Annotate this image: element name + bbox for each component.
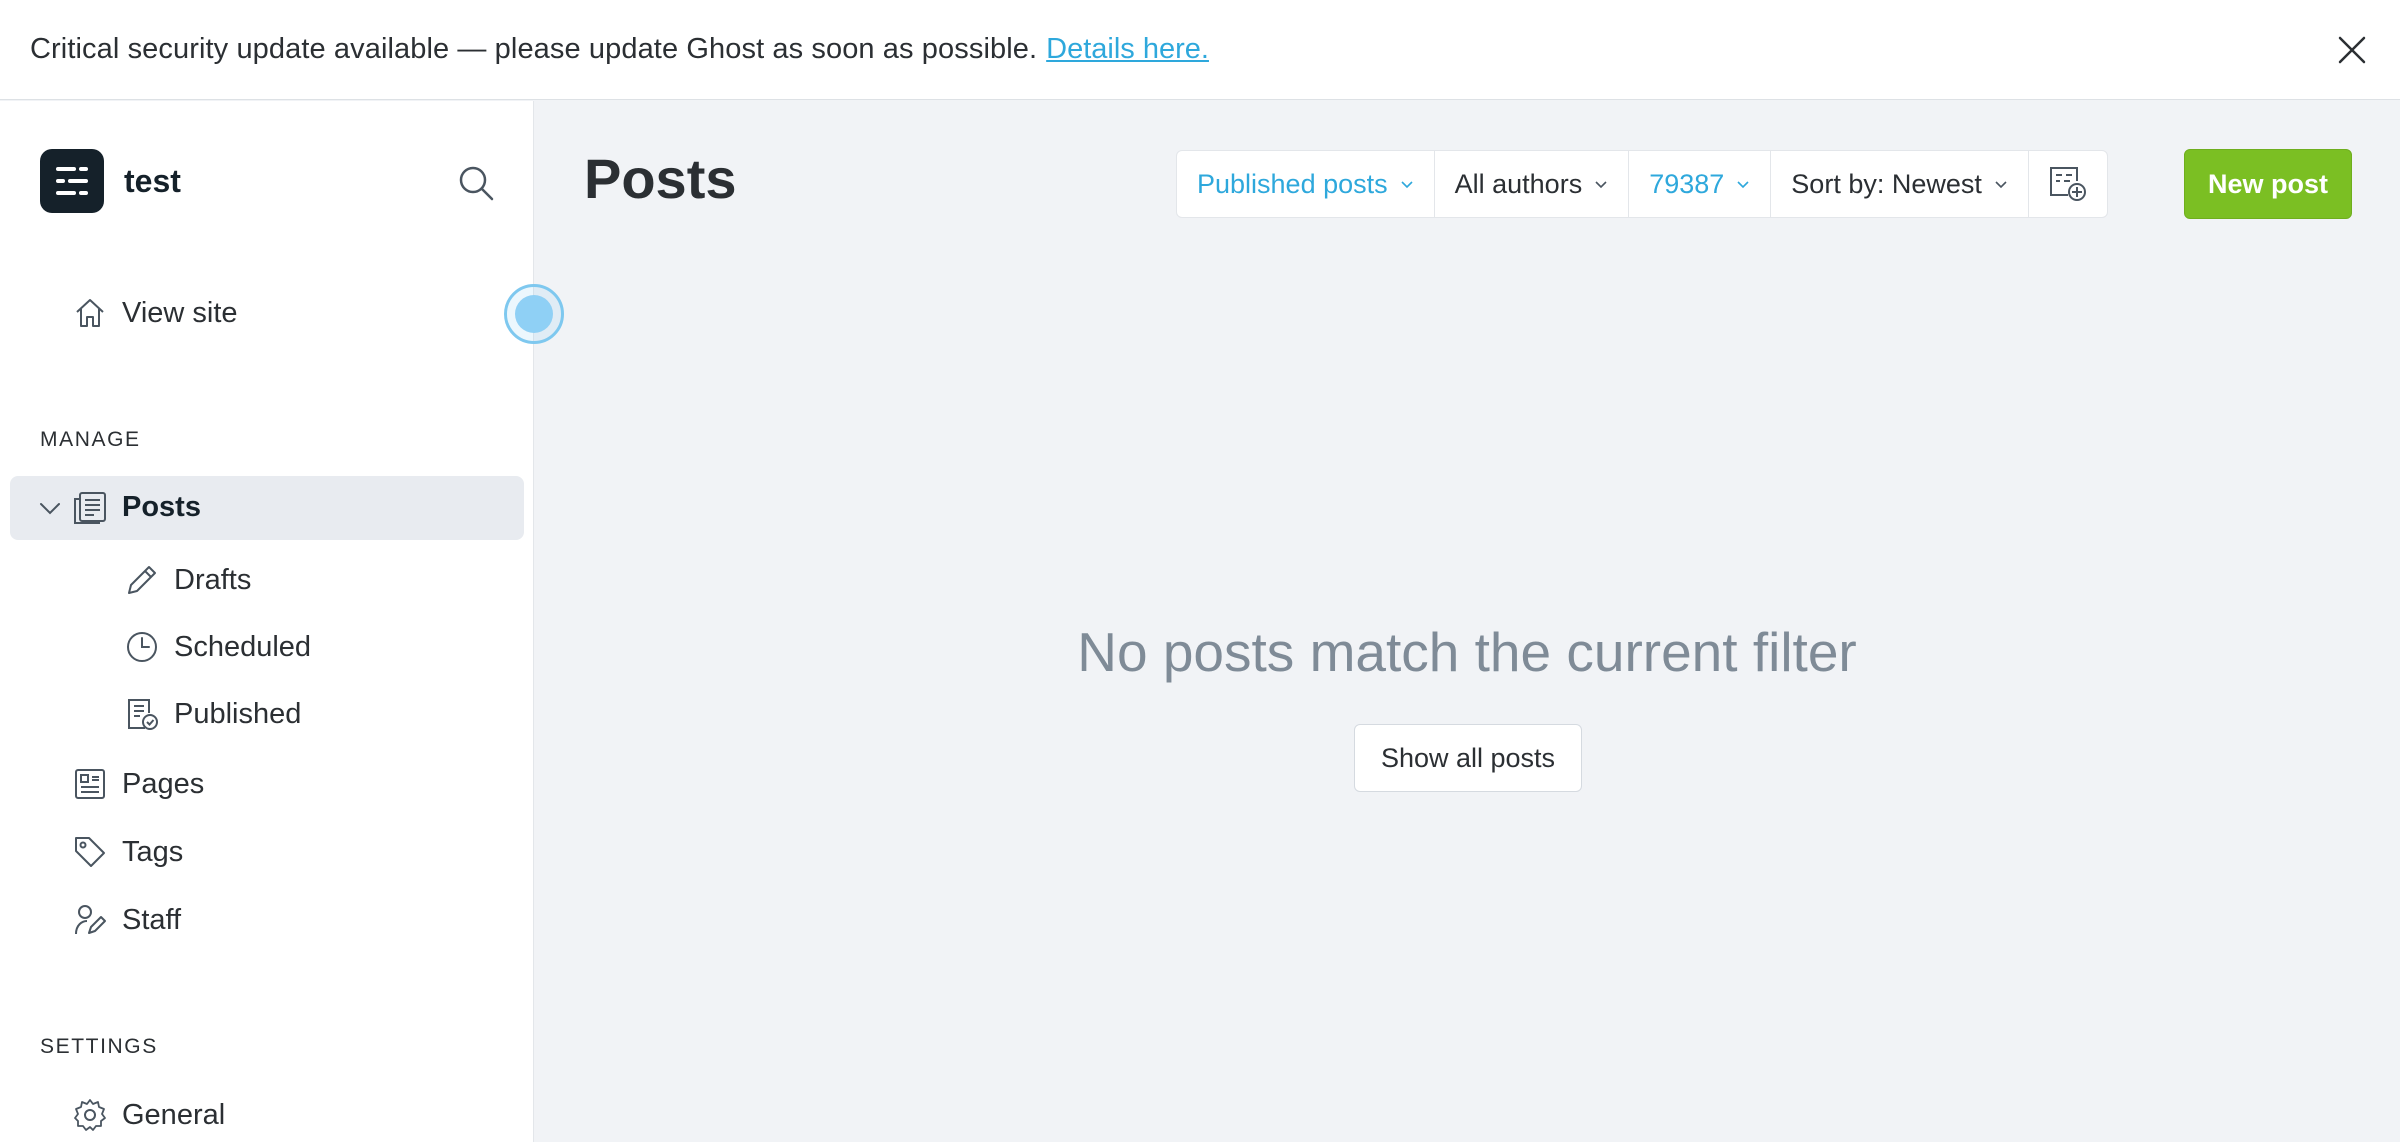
add-view-icon <box>2049 167 2086 201</box>
gear-icon <box>72 1097 108 1133</box>
nav-view-site[interactable]: View site <box>72 295 238 331</box>
manage-section-title: MANAGE <box>40 428 141 451</box>
nav-general-label: General <box>122 1098 226 1131</box>
chevron-down-icon <box>1595 181 1607 189</box>
save-view-button[interactable] <box>2029 151 2107 217</box>
nav-general[interactable]: General <box>72 1097 225 1133</box>
home-icon <box>72 295 108 331</box>
sort-filter-label: Sort by: Newest <box>1791 168 1982 199</box>
published-check-icon <box>124 696 160 732</box>
nav-posts-label: Posts <box>122 491 201 523</box>
pencil-icon <box>124 562 160 598</box>
author-filter-label: All authors <box>1454 168 1583 199</box>
site-name: test <box>124 162 181 199</box>
chevron-down-icon <box>1737 181 1749 189</box>
empty-state-message: No posts match the current filter <box>1077 621 1857 683</box>
chevron-down-icon[interactable] <box>38 496 62 520</box>
banner-message: Critical security update available — ple… <box>30 33 1038 65</box>
posts-icon <box>72 490 108 526</box>
tag-filter[interactable]: 79387 <box>1629 151 1772 217</box>
search-icon[interactable] <box>456 163 496 203</box>
sort-filter[interactable]: Sort by: Newest <box>1771 151 2029 217</box>
nav-tags-label: Tags <box>122 835 184 868</box>
nav-staff-label: Staff <box>122 903 182 936</box>
staff-icon <box>72 902 108 938</box>
nav-published[interactable]: Published <box>124 696 301 732</box>
close-icon[interactable] <box>2332 30 2372 70</box>
site-brand[interactable]: test <box>40 149 181 213</box>
pages-icon <box>72 766 108 802</box>
chevron-down-icon <box>1995 181 2007 189</box>
cursor-indicator <box>504 284 564 344</box>
nav-pages[interactable]: Pages <box>72 766 204 802</box>
nav-drafts-label: Drafts <box>174 563 252 596</box>
security-banner: Critical security update available — ple… <box>0 0 2400 100</box>
author-filter[interactable]: All authors <box>1435 151 1630 217</box>
chevron-down-icon <box>1401 181 1413 189</box>
tag-filter-label: 79387 <box>1649 168 1725 199</box>
nav-tags[interactable]: Tags <box>72 834 183 870</box>
tag-icon <box>72 834 108 870</box>
settings-section-title: SETTINGS <box>40 1035 158 1058</box>
site-logo-icon <box>40 149 104 213</box>
banner-details-link[interactable]: Details here. <box>1046 33 1209 66</box>
post-type-filter[interactable]: Published posts <box>1177 151 1435 217</box>
nav-view-site-label: View site <box>122 296 238 329</box>
show-all-posts-button[interactable]: Show all posts <box>1354 724 1582 792</box>
nav-pages-label: Pages <box>122 767 205 800</box>
nav-staff[interactable]: Staff <box>72 902 181 938</box>
nav-published-label: Published <box>174 697 302 730</box>
nav-posts[interactable]: Posts <box>10 476 524 540</box>
post-type-filter-label: Published posts <box>1197 168 1388 199</box>
nav-drafts[interactable]: Drafts <box>124 562 251 598</box>
cursor-indicator-inner <box>515 295 553 333</box>
page-title: Posts <box>584 147 737 210</box>
new-post-button[interactable]: New post <box>2184 149 2352 219</box>
posts-filter-bar: Published posts All authors 79387 Sort b… <box>1176 150 2108 218</box>
